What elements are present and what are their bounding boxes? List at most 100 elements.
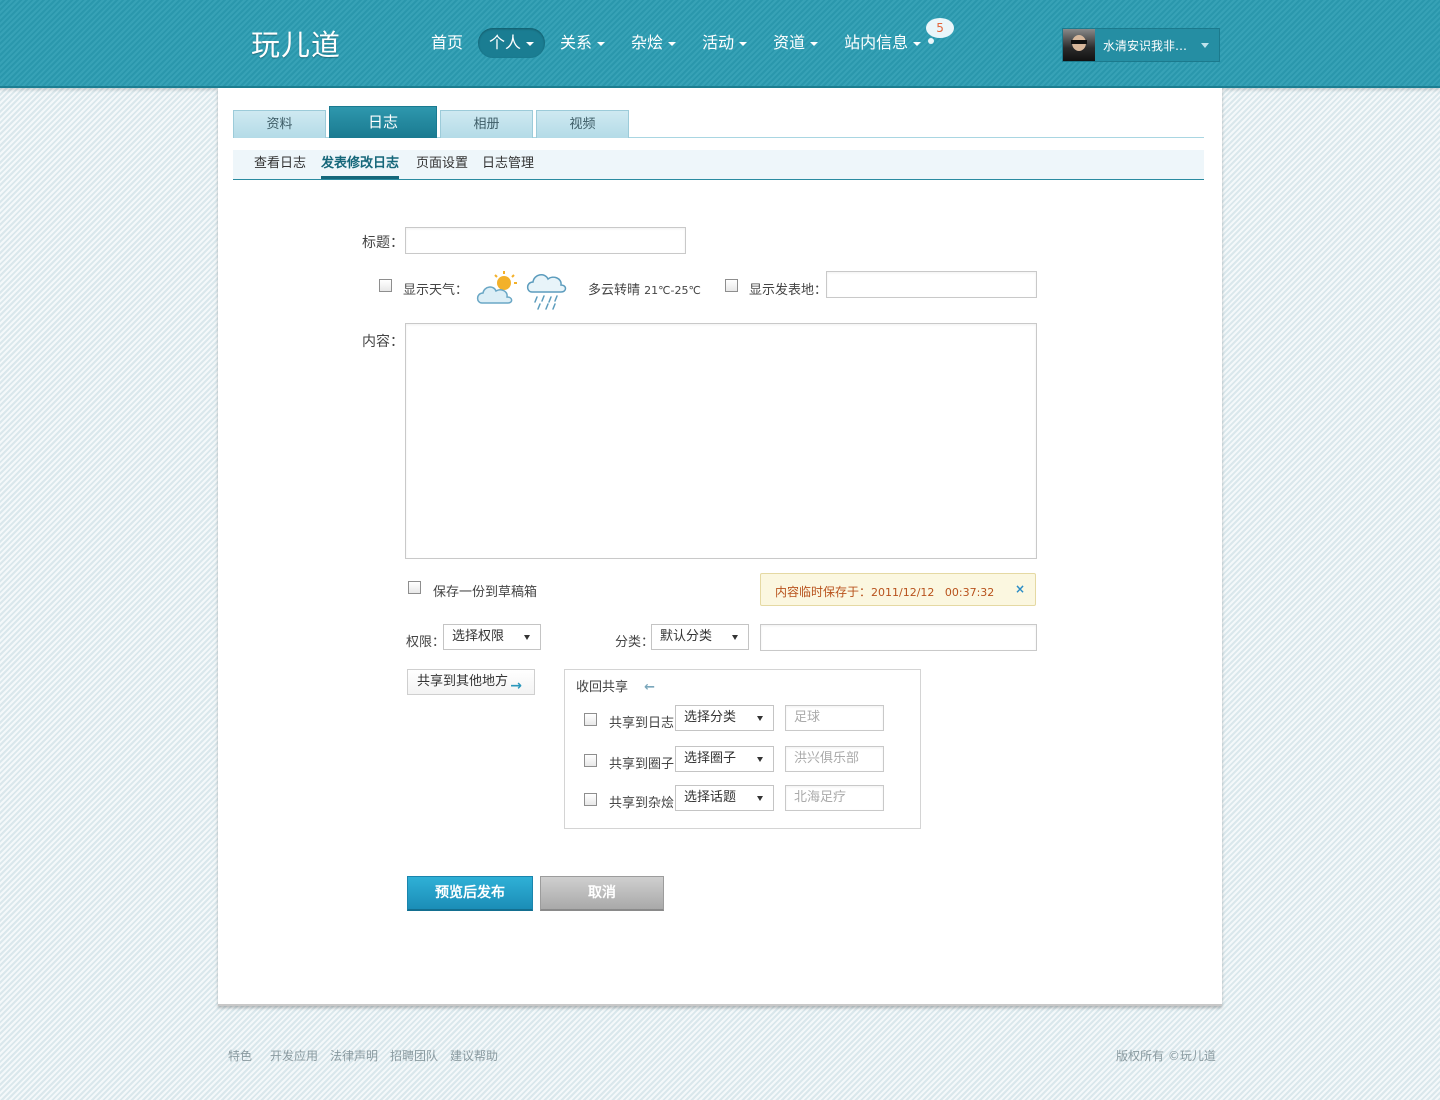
category-label: 分类： bbox=[615, 635, 655, 650]
dropdown-arrow-icon bbox=[524, 635, 530, 640]
autosave-datetime: 2011/12/12 00:37:32 bbox=[871, 586, 995, 599]
nav-home-label: 首页 bbox=[431, 33, 464, 52]
permission-select[interactable]: 选择权限 bbox=[443, 624, 541, 650]
close-icon[interactable]: × bbox=[1015, 582, 1025, 596]
tab-bar: 资料 日志 相册 视频 bbox=[233, 106, 1204, 138]
content-label: 内容： bbox=[362, 334, 404, 350]
message-count-badge: 5 bbox=[926, 18, 955, 44]
main-nav: 首页 个人 关系 杂烩 活动 资道 站内信息 5 bbox=[420, 18, 955, 58]
dropdown-arrow-icon bbox=[732, 635, 738, 640]
autosave-text: 内容临时保存于：2011/12/12 00:37:32 bbox=[775, 583, 994, 600]
user-name: 水清安识我非… bbox=[1103, 38, 1188, 53]
weather-text: 多云转晴 21℃-25℃ bbox=[588, 279, 701, 298]
show-weather-label: 显示天气： bbox=[403, 283, 469, 298]
subtab-page-settings[interactable]: 页面设置 bbox=[416, 150, 468, 179]
category-input[interactable] bbox=[760, 624, 1037, 651]
rain-cloud-icon[interactable] bbox=[525, 268, 569, 312]
chevron-down-icon bbox=[1201, 42, 1209, 48]
site-logo[interactable]: 玩儿道 bbox=[251, 22, 341, 64]
share-elsewhere-label: 共享到其他地方 bbox=[417, 674, 509, 689]
weather-temperature: 21℃-25℃ bbox=[644, 284, 701, 297]
share-to-blog-checkbox[interactable] bbox=[584, 713, 597, 726]
collapse-share-label: 收回共享 bbox=[576, 680, 629, 695]
tab-profile[interactable]: 资料 bbox=[233, 110, 326, 138]
nav-activities[interactable]: 活动 bbox=[691, 28, 758, 58]
nav-messages[interactable]: 站内信息 5 bbox=[833, 18, 955, 58]
partly-cloudy-icon[interactable] bbox=[474, 271, 522, 309]
nav-channels[interactable]: 资道 bbox=[762, 28, 829, 58]
share-to-circle-label: 共享到圈子 bbox=[609, 757, 675, 772]
location-input[interactable] bbox=[826, 271, 1037, 298]
top-navigation-bar: 玩儿道 首页 个人 关系 杂烩 活动 资道 站内信息 5 水清安识我非… bbox=[0, 0, 1440, 88]
nav-misc[interactable]: 杂烩 bbox=[620, 28, 687, 58]
dropdown-arrow-icon bbox=[757, 716, 763, 721]
show-location-label: 显示发表地： bbox=[749, 283, 828, 298]
nav-channels-label: 资道 bbox=[773, 33, 806, 52]
dropdown-arrow-icon bbox=[757, 757, 763, 762]
share-topic-input[interactable]: 北海足疗 bbox=[785, 785, 884, 811]
chevron-down-icon bbox=[668, 41, 677, 46]
tab-album[interactable]: 相册 bbox=[440, 110, 533, 138]
title-label: 标题： bbox=[362, 235, 404, 251]
autosave-label: 内容临时保存于： bbox=[775, 585, 872, 599]
save-draft-label: 保存一份到草稿箱 bbox=[433, 585, 538, 600]
subtab-blog-management[interactable]: 日志管理 bbox=[482, 150, 534, 179]
save-draft-checkbox[interactable] bbox=[408, 581, 421, 594]
chevron-down-icon bbox=[526, 41, 535, 46]
content-textarea[interactable] bbox=[405, 323, 1037, 559]
show-weather-checkbox[interactable] bbox=[379, 279, 392, 292]
share-to-misc-checkbox[interactable] bbox=[584, 793, 597, 806]
share-topic-select[interactable]: 选择话题 bbox=[675, 785, 774, 811]
nav-relations-label: 关系 bbox=[560, 33, 593, 52]
preview-publish-button[interactable]: 预览后发布 bbox=[407, 876, 533, 911]
show-location-checkbox[interactable] bbox=[725, 279, 738, 292]
nav-personal-label: 个人 bbox=[489, 33, 522, 52]
arrow-left-icon: ← bbox=[644, 680, 656, 695]
share-blog-input[interactable]: 足球 bbox=[785, 705, 884, 731]
autosave-notice: 内容临时保存于：2011/12/12 00:37:32 × bbox=[760, 573, 1036, 606]
footer-link-jobs[interactable]: 招聘团队 bbox=[390, 1047, 438, 1064]
dropdown-arrow-icon bbox=[757, 796, 763, 801]
arrow-right-icon: → bbox=[510, 678, 522, 694]
share-circle-select[interactable]: 选择圈子 bbox=[675, 746, 774, 772]
cancel-button[interactable]: 取消 bbox=[540, 876, 664, 911]
share-elsewhere-button[interactable]: 共享到其他地方 → bbox=[407, 669, 535, 695]
nav-personal[interactable]: 个人 bbox=[478, 28, 546, 58]
permission-label: 权限： bbox=[406, 635, 446, 650]
chevron-down-icon bbox=[913, 41, 922, 46]
share-to-blog-label: 共享到日志 bbox=[609, 716, 675, 731]
collapse-share-link[interactable]: 收回共享 ← bbox=[576, 676, 655, 695]
tab-blog[interactable]: 日志 bbox=[329, 106, 437, 138]
category-select-value: 默认分类 bbox=[660, 629, 713, 644]
subtab-edit-blog[interactable]: 发表修改日志 bbox=[321, 150, 400, 179]
nav-home[interactable]: 首页 bbox=[420, 28, 474, 58]
subtab-view-blog[interactable]: 查看日志 bbox=[254, 150, 306, 179]
title-input[interactable] bbox=[405, 227, 686, 254]
footer-link-feedback[interactable]: 建议帮助 bbox=[450, 1047, 498, 1064]
share-to-circle-checkbox[interactable] bbox=[584, 754, 597, 767]
main-panel: 资料 日志 相册 视频 查看日志 发表修改日志 页面设置 日志管理 标题： 显示… bbox=[218, 88, 1222, 1006]
share-blog-category-select[interactable]: 选择分类 bbox=[675, 705, 774, 731]
chevron-down-icon bbox=[739, 41, 748, 46]
chevron-down-icon bbox=[810, 41, 819, 46]
nav-misc-label: 杂烩 bbox=[631, 33, 664, 52]
share-blog-category-value: 选择分类 bbox=[684, 710, 737, 725]
category-select[interactable]: 默认分类 bbox=[651, 624, 749, 650]
tab-video[interactable]: 视频 bbox=[536, 110, 629, 138]
nav-relations[interactable]: 关系 bbox=[549, 28, 616, 58]
user-menu[interactable]: 水清安识我非… bbox=[1062, 28, 1220, 62]
share-circle-input[interactable]: 洪兴俱乐部 bbox=[785, 746, 884, 772]
footer-link-legal[interactable]: 法律声明 bbox=[330, 1047, 378, 1064]
avatar bbox=[1063, 29, 1095, 61]
nav-activities-label: 活动 bbox=[702, 33, 735, 52]
sub-tab-bar: 查看日志 发表修改日志 页面设置 日志管理 bbox=[233, 150, 1204, 180]
nav-messages-label: 站内信息 bbox=[844, 33, 909, 52]
share-circle-value: 选择圈子 bbox=[684, 751, 737, 766]
share-panel: 收回共享 ← 共享到日志 选择分类 足球 共享到圈子 选择圈子 洪兴俱乐部 共享… bbox=[564, 669, 921, 829]
chevron-down-icon bbox=[597, 41, 606, 46]
share-topic-value: 选择话题 bbox=[684, 790, 737, 805]
footer-link-developers[interactable]: 开发应用 bbox=[270, 1047, 318, 1064]
copyright: 版权所有 ©玩儿道 bbox=[1116, 1049, 1216, 1063]
share-to-misc-label: 共享到杂烩 bbox=[609, 796, 675, 811]
footer-link-features[interactable]: 特色 bbox=[228, 1047, 252, 1064]
